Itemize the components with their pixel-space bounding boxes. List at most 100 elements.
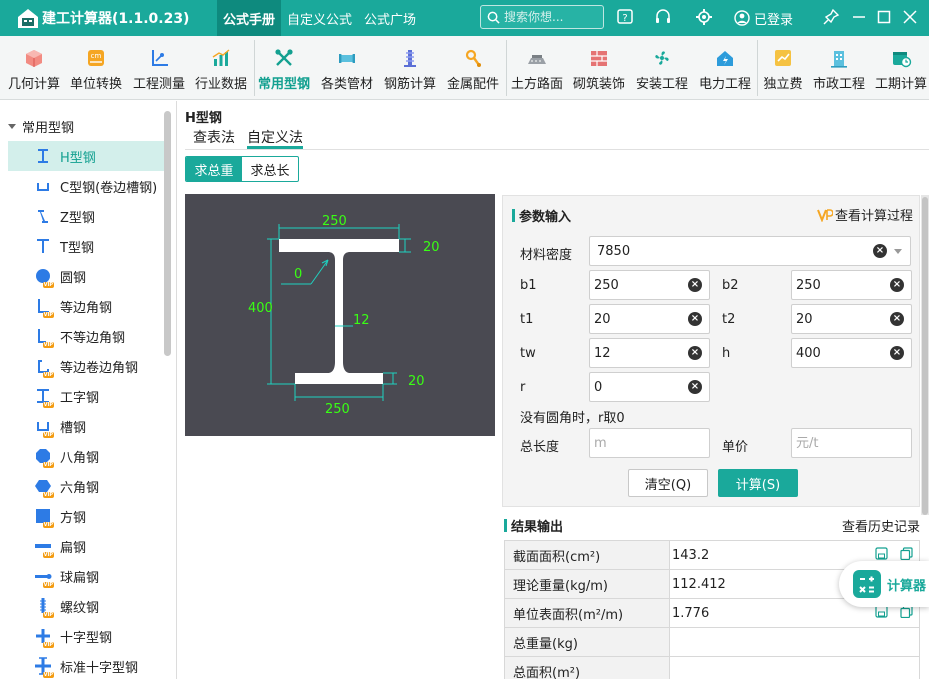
pipe-icon [339,54,355,63]
tool-geometry[interactable]: 几何计算 [6,36,62,100]
road-icon [528,55,546,64]
tool-rebar[interactable]: 钢筋计算 [382,36,438,100]
unit-price-input[interactable] [792,435,911,451]
sidebar-item-bulb-flat-steel[interactable]: VIP 球扁钢 [8,561,164,591]
tool-masonry-decoration[interactable]: 砌筑装饰 [571,36,627,100]
sidebar-item-octagon-steel[interactable]: VIP 八角钢 [8,441,164,471]
h-field[interactable]: × [791,338,912,368]
sidebar-group-header[interactable]: 常用型钢 [8,117,74,136]
headset-icon[interactable] [654,8,672,26]
view-process-link[interactable]: 查看计算过程 [817,205,913,224]
tool-municipal[interactable]: 市政工程 [810,36,868,100]
b2-field[interactable]: × [791,270,912,300]
clear-icon[interactable]: × [890,278,904,292]
sidebar-item-h-steel[interactable]: H型钢 [8,141,164,171]
floating-calculator-button[interactable]: 计算器 [839,561,929,607]
density-input[interactable] [590,243,873,259]
clear-icon[interactable]: × [688,278,702,292]
maximize-icon[interactable] [875,8,893,26]
r-input[interactable] [590,379,688,395]
sidebar-item-i-beam[interactable]: VIP 工字钢 [8,381,164,411]
app-title: 建工计算器(1.1.0.23) [42,11,190,27]
clear-icon[interactable]: × [890,312,904,326]
sidebar-item-t-steel[interactable]: T型钢 [8,231,164,261]
param-panel: 参数输入 查看计算过程 材料密度 × b1 × b2 × t1 × t2 × t… [502,195,920,507]
b2-label: b2 [722,278,739,293]
gear-icon[interactable] [695,8,713,26]
tool-power[interactable]: 电力工程 [697,36,753,100]
h-input[interactable] [792,345,890,361]
tool-installation[interactable]: 安装工程 [634,36,690,100]
minimize-icon[interactable] [850,8,868,26]
clear-icon[interactable]: × [688,312,702,326]
panel-scrollbar[interactable] [922,197,928,515]
sidebar-scrollbar[interactable] [164,111,171,356]
tw-input[interactable] [590,345,688,361]
login-label: 已登录 [754,12,794,28]
nav-tab-formula-square[interactable]: 公式广场 [358,0,422,36]
sidebar-item-rebar[interactable]: VIP 螺纹钢 [8,591,164,621]
tab-custom[interactable]: 自定义法 [247,127,303,149]
t2-input[interactable] [792,311,890,327]
sidebar-item-equal-angle[interactable]: VIP 等边角钢 [8,291,164,321]
sidebar-item-channel-steel[interactable]: VIP 槽钢 [8,411,164,441]
tool-duration[interactable]: 工期计算 [873,36,929,100]
chevron-down-icon[interactable] [894,248,902,254]
history-link[interactable]: 查看历史记录 [842,516,920,535]
t1-input[interactable] [590,311,688,327]
tool-unit-convert[interactable]: cm 单位转换 [68,36,124,100]
unit-price-label: 单价 [722,440,749,455]
sidebar-item-hexagon-steel[interactable]: VIP 六角钢 [8,471,164,501]
density-select[interactable]: × [589,236,911,266]
tool-common-steel[interactable]: 常用型钢 [256,36,312,100]
sidebar-item-unequal-angle[interactable]: VIP 不等边角钢 [8,321,164,351]
tool-pipes[interactable]: 各类管材 [319,36,375,100]
search-input[interactable] [504,10,596,24]
sidebar-item-c-steel[interactable]: C型钢(卷边槽钢) [8,171,164,201]
sidebar-item-z-steel[interactable]: Z型钢 [8,201,164,231]
mode-total-weight[interactable]: 求总重 [186,157,242,181]
mode-total-length[interactable]: 求总长 [242,157,298,181]
b1-field[interactable]: × [589,270,710,300]
t2-field[interactable]: × [791,304,912,334]
calculate-button[interactable]: 计算(S) [718,469,798,497]
login-status[interactable]: 已登录 [734,0,793,36]
unit-price-field[interactable] [791,428,912,458]
clear-icon[interactable]: × [873,244,887,258]
tab-lookup[interactable]: 查表法 [193,127,235,149]
sidebar-item-cross-steel[interactable]: VIP 十字型钢 [8,621,164,651]
total-length-input[interactable] [590,435,709,451]
tool-independent-fee[interactable]: 独立费 [760,36,806,100]
clear-icon[interactable]: × [688,346,702,360]
b1-input[interactable] [590,277,688,293]
help-icon[interactable]: ? [616,8,634,26]
tool-metal-fittings[interactable]: 金属配件 [445,36,501,100]
tool-earthwork-road[interactable]: 土方路面 [509,36,565,100]
table-row: 总面积(m²) [504,657,920,679]
r-field[interactable]: × [589,372,710,402]
total-length-field[interactable] [589,428,710,458]
survey-axis-icon [152,50,168,66]
search-box[interactable] [480,5,604,29]
sidebar-item-flat-steel[interactable]: VIP 扁钢 [8,531,164,561]
clear-icon[interactable]: × [688,380,702,394]
save-icon[interactable] [875,547,888,560]
clear-icon[interactable]: × [890,346,904,360]
sidebar-item-label: 六角钢 [60,480,100,496]
copy-icon[interactable] [900,547,913,560]
nav-tab-formula-manual[interactable]: 公式手册 [217,0,282,36]
nav-tab-custom-formula[interactable]: 自定义公式 [281,0,358,36]
tw-field[interactable]: × [589,338,710,368]
t1-field[interactable]: × [589,304,710,334]
tool-industry-data[interactable]: 行业数据 [193,36,249,100]
b2-input[interactable] [792,277,890,293]
pin-icon[interactable] [822,8,840,26]
sidebar-item-standard-cross-steel[interactable]: VIP 标准十字型钢 [8,651,164,679]
tool-survey[interactable]: 工程测量 [131,36,187,100]
tool-label: 金属配件 [446,77,499,92]
sidebar-item-square-steel[interactable]: VIP 方钢 [8,501,164,531]
sidebar-item-equal-lipped-angle[interactable]: VIP 等边卷边角钢 [8,351,164,381]
sidebar-item-round-steel[interactable]: VIP 圆钢 [8,261,164,291]
close-icon[interactable] [901,8,919,26]
clear-button[interactable]: 清空(Q) [628,469,708,497]
